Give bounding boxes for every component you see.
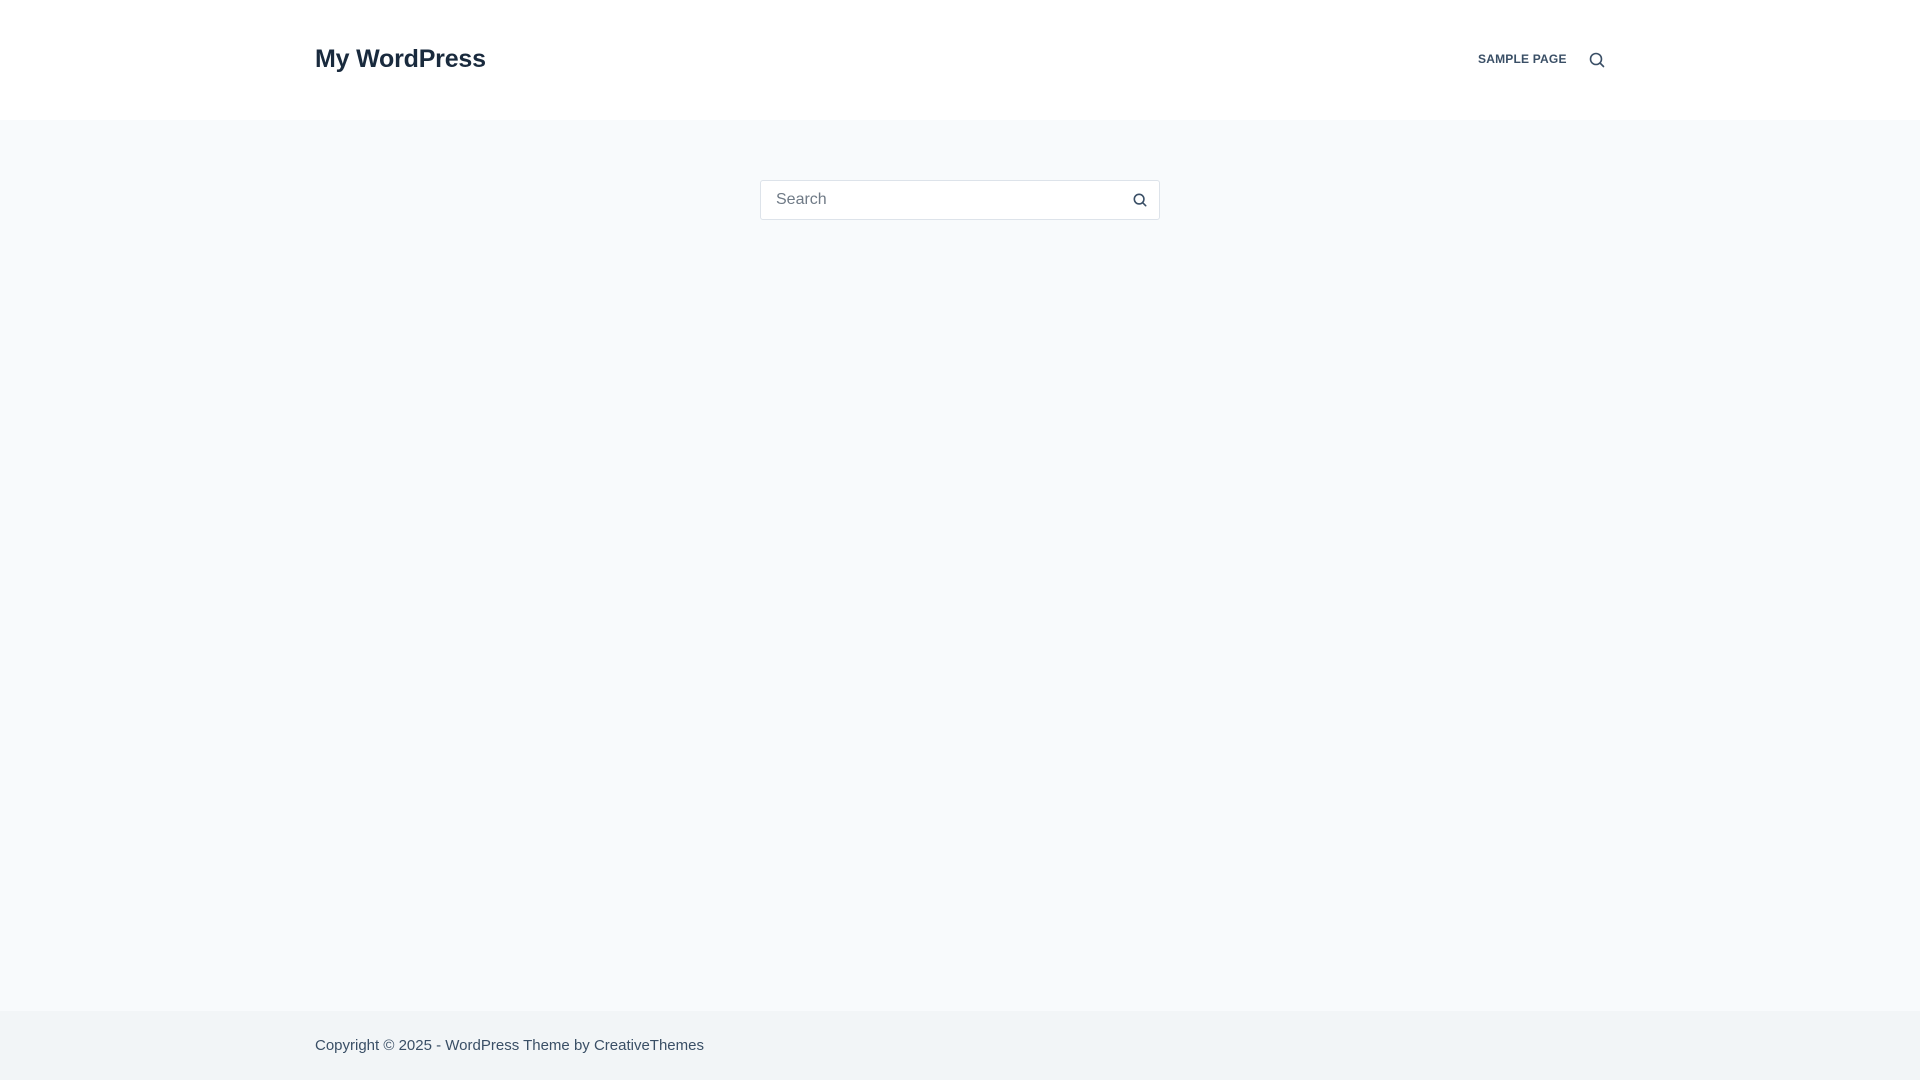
site-footer: Copyright © 2025 - WordPress Theme by Cr… — [0, 1011, 1920, 1080]
nav-item-sample-page[interactable]: SAMPLE PAGE — [1478, 51, 1567, 67]
main-content — [0, 120, 1920, 1011]
site-header: My WordPress SAMPLE PAGE — [0, 0, 1920, 120]
search-input[interactable] — [761, 181, 1111, 219]
search-icon — [1133, 193, 1147, 207]
page: My WordPress SAMPLE PAGE Copyright © 202… — [0, 0, 1920, 1080]
search-submit-button[interactable] — [1131, 191, 1149, 209]
site-title[interactable]: My WordPress — [315, 42, 486, 76]
footer-copyright: Copyright © 2025 - WordPress Theme by Cr… — [315, 1037, 704, 1054]
search-form — [760, 180, 1160, 220]
header-search-button[interactable] — [1587, 50, 1607, 70]
search-icon — [1589, 52, 1605, 68]
